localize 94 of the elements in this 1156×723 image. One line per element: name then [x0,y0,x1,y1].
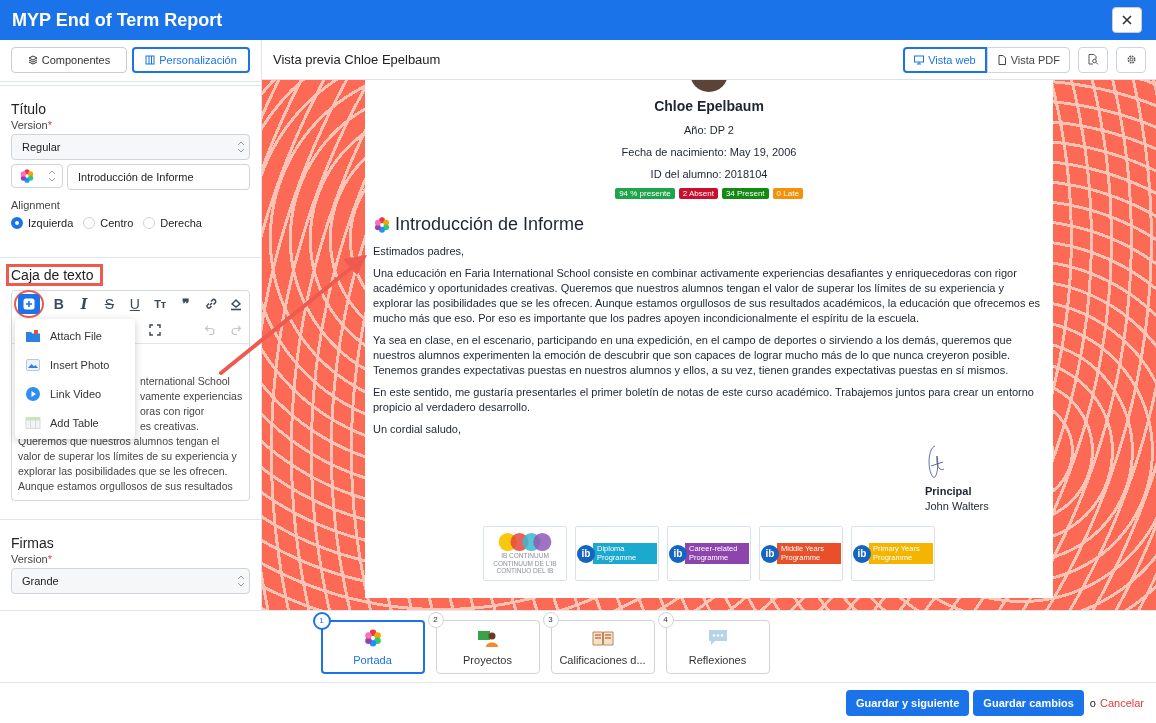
logo-mark: ib [577,544,595,563]
preview-title: Vista previa Chloe Epelbaum [273,52,442,67]
editor-text-line: Aunque estamos orgullosos de sus resultados [18,479,234,494]
file-icon [996,54,1007,65]
icon-select[interactable] [11,164,63,188]
undo-icon [204,324,216,336]
letter-paragraph: Un cordial saludo, [373,422,463,437]
strike-button[interactable]: S [98,294,121,314]
attendance-badge: 94 % presente [615,188,675,199]
editor-text-line: oras con rigor [140,404,205,419]
alignment-radio[interactable]: Izquierda [11,217,74,229]
close-button[interactable] [1112,7,1142,33]
student-name: Chloe Epelbaum [653,98,765,114]
sidebar-tab[interactable]: Componentes [11,47,127,73]
flower-icon [362,627,383,648]
letter-paragraph: Una educación en Faria International School consiste en combinar activamente experiencias desafiantes y enriquecedoras con rigor académico y oportunidades creativas. Queremos que nuestros alumnos tengan el valor de superar los límites de su experiencia y explorar las posibilidades que se les ofrecen. Aunque estamos orgullosos de sus resultados académicos, la educación que ofrecemos es mucho más que eso. Por eso es importante que los padres apoyen incondicionalmente el espíritu de la escuela. [373,266,1042,326]
field-label: Version [11,119,48,131]
logo-mark: ib [669,544,687,563]
editor-text-line: es creativas. [140,419,199,434]
letter-paragraph: Ya sea en clase, en el escenario, participando en una expedición, en el campo de deportes o sirviendo a los demás, queremos que nuestros alumnos experimenten la emoción de descubrir que son capaces de lograr mucho más de lo que nunca creyeron posible. Tenemos grandes expectativas puestas en nuestros alumnos y ellos, a su vez, tienen grandes expectativas puestas en sí mismos. [373,333,1013,378]
chat-icon [706,627,729,648]
save-button[interactable]: Guardar y siguiente [846,690,970,716]
folder-icon [25,327,41,344]
step-number: 3 [542,611,559,628]
view-toggle[interactable]: Vista PDF [986,46,1070,73]
preview-search-button[interactable] [1078,46,1108,73]
flower-icon [18,168,35,184]
link-icon [203,297,218,311]
editor-text-line: vamente experiencias [140,389,243,404]
flower-icon [373,215,391,234]
step-number: 2 [427,611,444,628]
attendance-badge: 2 Absent [678,188,718,199]
student-detail: Fecha de nacimiento: May 19, 2006 [620,145,798,160]
search-icon [1087,54,1099,65]
section-title: Título [11,101,46,117]
menu-item[interactable]: Link Video [15,379,135,408]
sidebar-tab[interactable]: Personalización [132,47,250,73]
editor-text-line: nternational School [140,374,230,389]
bold-button[interactable]: B [48,294,70,314]
menu-item[interactable]: Insert Photo [15,350,135,379]
up-down-arrows-icon [237,141,245,153]
signer-name: John Walters [925,499,990,514]
up-down-arrows-icon [237,575,245,587]
layers-icon [27,55,38,65]
attendance-badge: 0 Late [772,188,803,199]
fullscreen-icon [149,324,161,336]
table-icon [25,414,41,431]
save-button[interactable]: Guardar cambios [973,690,1084,716]
close-icon [1121,14,1133,26]
size-button[interactable]: Tт [149,294,171,314]
monitor-icon [914,54,925,65]
editor-text-line: explorar las posibilidades que se les ofrecen. [18,464,229,479]
menu-item[interactable]: Attach File [15,321,135,350]
plus-icon [23,298,35,310]
italic-button[interactable]: I [73,294,95,314]
or-text: o [1089,697,1096,709]
photo-icon [25,356,41,373]
up-down-arrows-icon [47,170,56,182]
section-heading: Introducción de Informe [395,214,585,235]
cancel-link[interactable]: Cancelar [1099,697,1144,709]
field-label: Version [11,553,48,565]
step-number: 4 [657,611,674,628]
quote-button[interactable]: ❞ [174,294,197,314]
step-number: 1 [312,611,331,630]
letter-paragraph: Estimados padres, [373,244,466,259]
version-select[interactable]: Regular [11,134,250,160]
settings-button[interactable] [1116,46,1146,73]
signer-role: Principal [925,484,973,499]
student-detail: ID del alumno: 2018104 [649,167,769,182]
alignment-radio[interactable]: Centro [83,217,134,229]
play-icon [25,385,41,402]
signature-drawing [925,444,947,480]
attendance-badge: 34 Present [721,188,769,199]
redo-icon [230,324,242,336]
version-select[interactable]: Grande [11,568,250,594]
menu-item[interactable]: Add Table [15,408,135,437]
section-title: Caja de texto [6,264,103,286]
logo-mark: ib [853,544,871,563]
logo-mark: ib [761,544,779,563]
underline-button[interactable]: U [124,294,146,314]
section-title: Firmas [11,535,54,551]
alignment-radio[interactable]: Derecha [143,217,202,229]
settings-icon [1125,54,1137,65]
window-title: MYP End of Term Report [12,9,223,31]
required-mark: * [47,119,52,131]
view-toggle[interactable]: Vista web [903,46,987,73]
paint-bucket-icon [229,297,244,311]
required-mark: * [47,553,52,565]
field-label: Alignment [11,199,61,211]
title-input[interactable]: Introducción de Informe [67,164,250,190]
columns-icon [145,55,156,65]
editor-text-line: valor de superar los límites de su experiencia y [18,449,238,464]
letter-paragraph: En este sentido, me gustaría presentarles el primer boletín de notas de este curso académico. Trabajemos juntos para crear un entorno propicio al verdadero desarrollo. [373,385,1035,415]
student-detail: Año: DP 2 [683,123,735,138]
